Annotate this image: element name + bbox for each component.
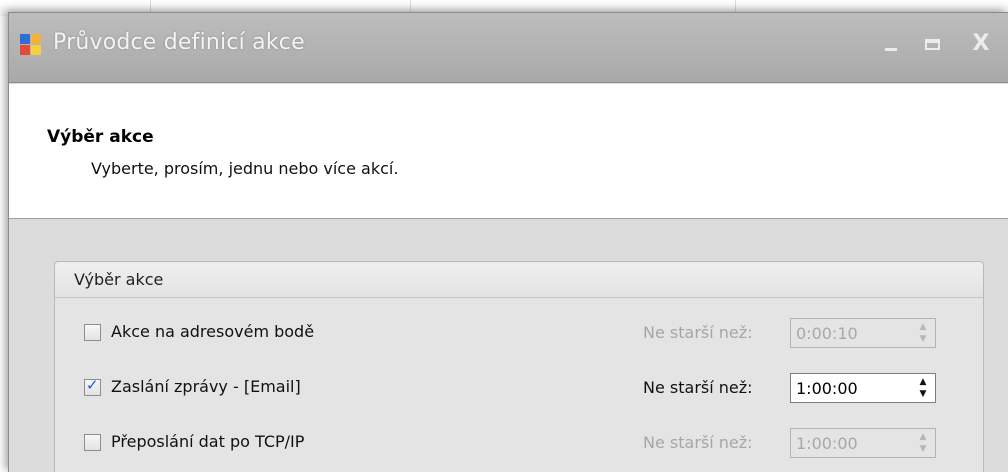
action-selection-group: Výběr akce Akce na adresovém bodě Ne sta… bbox=[54, 261, 984, 472]
checkmark-icon: ✓ bbox=[86, 376, 99, 394]
wizard-header: Výběr akce Vyberte, prosím, jednu nebo v… bbox=[9, 84, 1008, 219]
max-age-label: Ne starší než: bbox=[643, 378, 753, 397]
action-row-tcp-ip: Přeposlání dat po TCP/IP Ne starší než: … bbox=[55, 428, 983, 458]
max-age-spinner: 1:00:00 ▲ ▼ bbox=[790, 428, 936, 458]
spin-down-icon: ▼ bbox=[919, 444, 927, 454]
spin-down-icon[interactable]: ▼ bbox=[915, 388, 931, 400]
action-label: Přeposlání dat po TCP/IP bbox=[111, 432, 305, 451]
max-age-spinner: 0:00:10 ▲ ▼ bbox=[790, 318, 936, 348]
close-button[interactable]: X bbox=[963, 31, 999, 57]
page-title: Výběr akce bbox=[47, 127, 154, 147]
app-window-icon bbox=[20, 34, 42, 56]
maximize-icon bbox=[925, 39, 940, 50]
close-icon: X bbox=[972, 31, 990, 56]
window-title: Průvodce definicí akce bbox=[53, 30, 305, 55]
max-age-spinner[interactable]: 1:00:00 ▲ ▼ bbox=[790, 373, 936, 403]
group-header: Výběr akce bbox=[55, 262, 983, 298]
checkbox-address-point[interactable] bbox=[84, 324, 101, 341]
spin-up-icon[interactable]: ▲ bbox=[915, 376, 931, 388]
wizard-content: Výběr akce Akce na adresovém bodě Ne sta… bbox=[9, 220, 1008, 472]
group-title: Výběr akce bbox=[74, 270, 164, 289]
max-age-value: 1:00:00 bbox=[796, 434, 858, 453]
minimize-button[interactable] bbox=[873, 31, 909, 57]
max-age-label: Ne starší než: bbox=[643, 433, 753, 452]
wizard-window: Průvodce definicí akce X Výběr akce Vybe… bbox=[8, 12, 1008, 472]
minimize-icon bbox=[885, 48, 897, 51]
action-label: Zaslání zprávy - [Email] bbox=[111, 377, 301, 396]
title-bar[interactable]: Průvodce definicí akce X bbox=[9, 13, 1008, 83]
spin-up-icon: ▲ bbox=[919, 432, 927, 442]
action-row-email: ✓ Zaslání zprávy - [Email] Ne starší než… bbox=[55, 373, 983, 403]
maximize-button[interactable] bbox=[915, 31, 951, 57]
checkbox-email[interactable]: ✓ bbox=[84, 376, 101, 396]
max-age-value: 0:00:10 bbox=[796, 324, 858, 343]
max-age-label: Ne starší než: bbox=[643, 323, 753, 342]
checkbox-tcp-ip[interactable] bbox=[84, 434, 101, 451]
action-row-address-point: Akce na adresovém bodě Ne starší než: 0:… bbox=[55, 318, 983, 348]
spin-up-icon: ▲ bbox=[919, 322, 927, 332]
action-label: Akce na adresovém bodě bbox=[111, 322, 315, 341]
max-age-value[interactable]: 1:00:00 bbox=[796, 379, 858, 398]
page-subtitle: Vyberte, prosím, jednu nebo více akcí. bbox=[91, 159, 399, 178]
spin-down-icon: ▼ bbox=[919, 334, 927, 344]
